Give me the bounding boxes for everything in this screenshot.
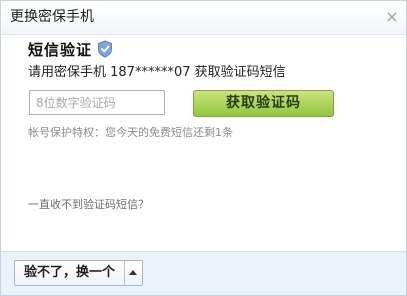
verification-code-input[interactable] [29, 90, 165, 115]
switch-method-button[interactable]: 验不了，换一个 [15, 261, 124, 285]
close-icon[interactable]: × [384, 9, 400, 25]
footer-bar: 验不了，换一个 [1, 251, 406, 295]
section-title: 短信验证 [28, 41, 93, 59]
switch-method-group: 验不了，换一个 [14, 260, 144, 286]
shield-check-icon [98, 40, 112, 58]
instruction-text: 请用密保手机 187******07 获取验证码短信 [28, 65, 286, 80]
no-sms-help-link[interactable]: 一直收不到验证码短信？ [28, 198, 149, 212]
change-phone-dialog: 更换密保手机 × 短信验证 请用密保手机 187******07 获取验证码短信… [0, 0, 407, 296]
switch-method-dropdown[interactable] [124, 261, 142, 285]
privilege-note: 帐号保护特权：您今天的免费短信还剩1条 [28, 126, 233, 139]
chevron-up-icon [129, 270, 138, 275]
get-code-button[interactable]: 获取验证码 [193, 90, 334, 117]
title-bar: 更换密保手机 × [1, 1, 406, 35]
dialog-title: 更换密保手机 [10, 9, 94, 25]
